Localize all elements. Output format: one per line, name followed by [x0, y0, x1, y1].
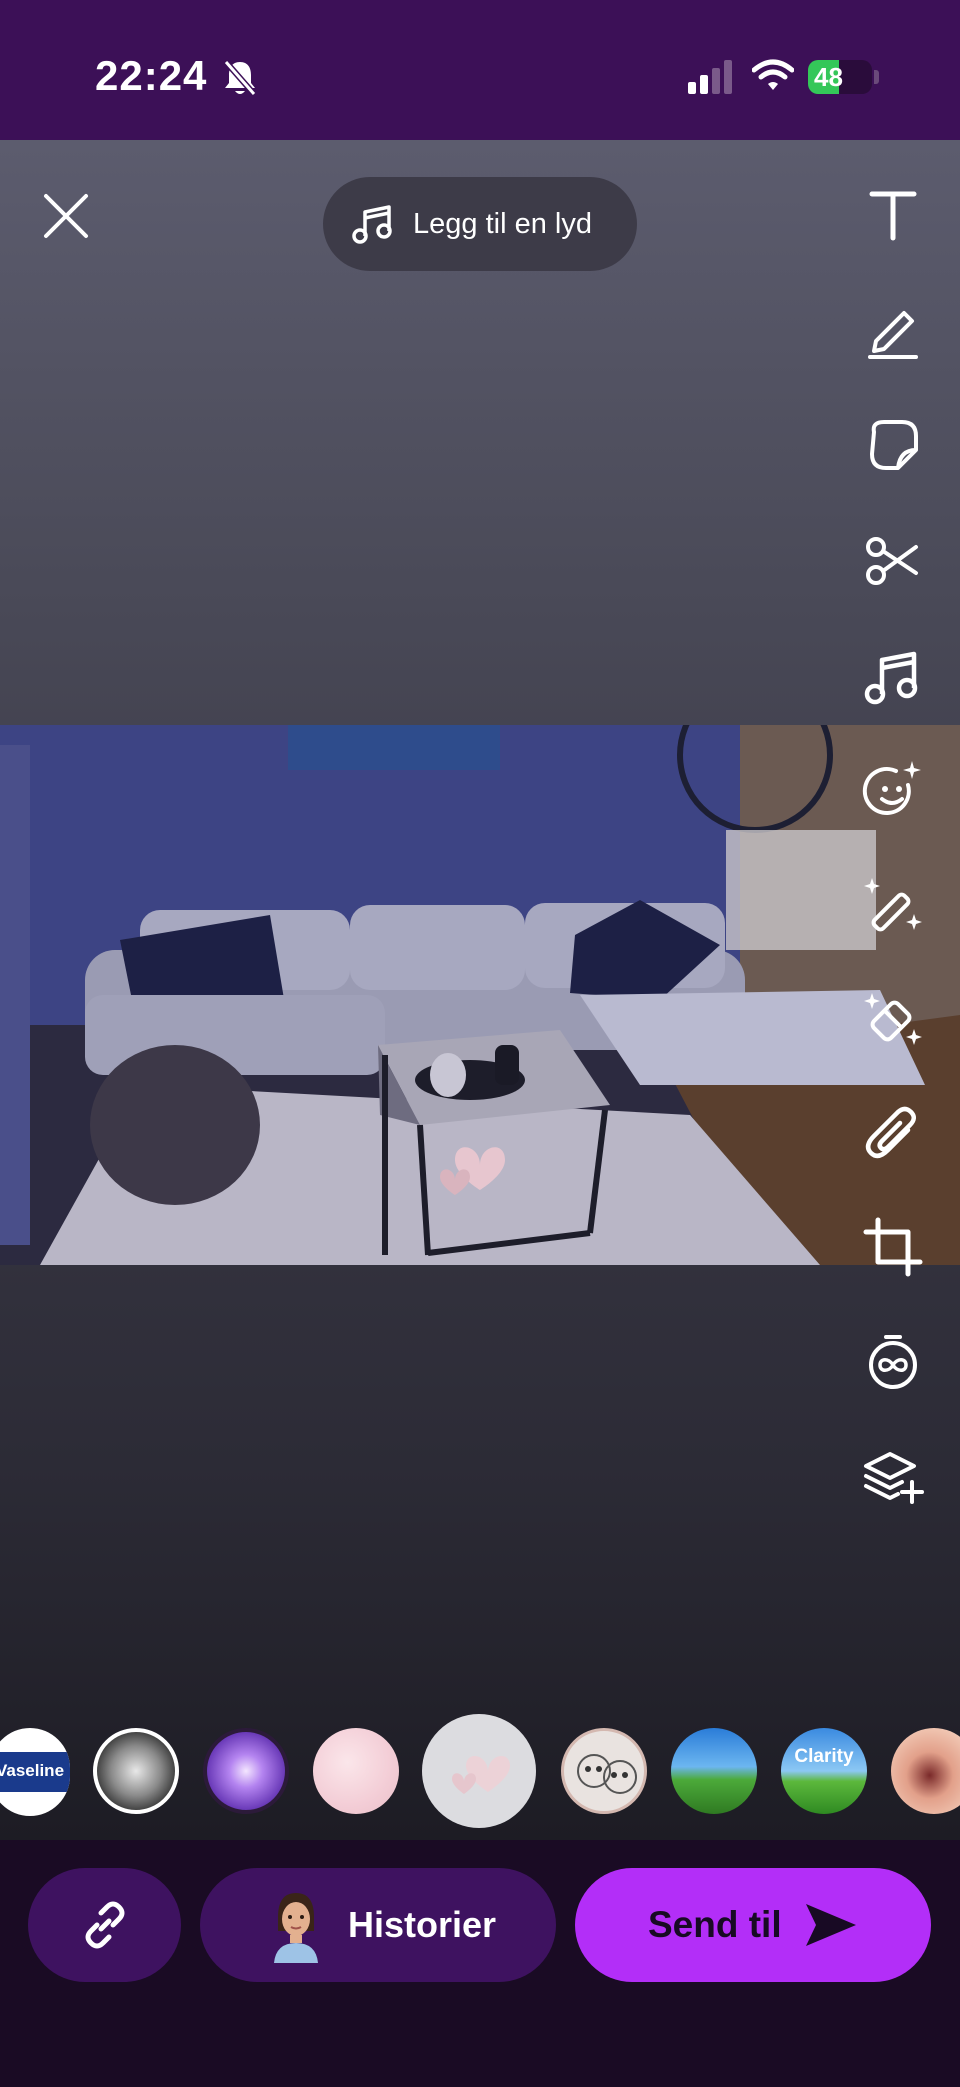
battery-tip — [874, 70, 879, 84]
sticker-icon — [870, 420, 918, 470]
wifi-icon — [752, 59, 794, 90]
scissors-tool-button[interactable] — [858, 525, 928, 595]
scissors-icon — [866, 537, 918, 585]
status-time: 22:24 — [95, 52, 208, 99]
battery-indicator: 48 — [808, 60, 872, 94]
timer-infinity-icon — [869, 1335, 917, 1389]
link-button[interactable] — [28, 1868, 181, 1982]
paperclip-icon — [865, 1106, 916, 1159]
attachment-tool-button[interactable] — [858, 1100, 928, 1170]
magic-wand-icon — [864, 878, 922, 932]
pink-glitter-lens[interactable] — [313, 1728, 399, 1814]
layers-plus-icon — [864, 1452, 924, 1504]
timer-loop-tool-button[interactable] — [858, 1327, 928, 1397]
send-arrow-icon — [805, 1904, 856, 1946]
hearts-lens-selected[interactable] — [422, 1714, 536, 1828]
send-to-label: Send til — [648, 1904, 782, 1945]
status-bar: 22:24 48 — [0, 0, 960, 140]
text-icon — [869, 191, 917, 241]
crop-icon — [863, 1217, 923, 1277]
flower-lens[interactable] — [93, 1728, 179, 1814]
vaseline-lens[interactable]: Vaseline — [0, 1728, 70, 1816]
purple-glow-lens[interactable] — [203, 1728, 289, 1814]
cellular-signal-icon — [688, 60, 732, 94]
magic-wand-tool-button[interactable] — [858, 870, 928, 940]
sketch-faces-lens[interactable] — [561, 1728, 647, 1814]
hearts-icon — [452, 1755, 510, 1794]
text-tool-button[interactable] — [858, 180, 928, 250]
link-icon — [85, 1901, 124, 1949]
add-sound-label: Legg til en lyd — [413, 207, 592, 240]
music-icon — [864, 651, 918, 705]
music-note-icon — [352, 205, 392, 244]
landscape-lens[interactable] — [671, 1728, 757, 1814]
stories-label: Historier — [348, 1904, 497, 1945]
layer-add-tool-button[interactable] — [858, 1442, 928, 1512]
send-to-button[interactable]: Send til — [575, 1868, 931, 1982]
eraser-sparkle-tool-button[interactable] — [858, 985, 928, 1055]
eraser-sparkle-icon — [864, 993, 922, 1045]
clarity-lens-label: Clarity — [794, 1746, 854, 1767]
stories-button[interactable]: Historier — [200, 1868, 556, 1982]
sticker-tool-button[interactable] — [858, 410, 928, 480]
bell-muted-icon — [223, 60, 257, 96]
pencil-icon — [868, 311, 918, 359]
close-icon[interactable] — [40, 190, 92, 242]
battery-percent: 48 — [814, 62, 843, 92]
emoji-sparkle-icon — [862, 761, 921, 815]
add-sound-button[interactable]: Legg til en lyd — [323, 177, 637, 271]
emoji-sparkle-tool-button[interactable] — [858, 755, 928, 825]
crop-tool-button[interactable] — [858, 1212, 928, 1282]
clarity-lens[interactable]: Clarity — [781, 1728, 867, 1814]
vaseline-lens-label: Vaseline — [0, 1761, 65, 1780]
draw-tool-button[interactable] — [858, 295, 928, 365]
snap-photo[interactable] — [0, 725, 960, 1265]
photo-illustration — [0, 725, 960, 1265]
music-tool-button[interactable] — [858, 640, 928, 710]
bitmoji-avatar — [274, 1893, 318, 1963]
